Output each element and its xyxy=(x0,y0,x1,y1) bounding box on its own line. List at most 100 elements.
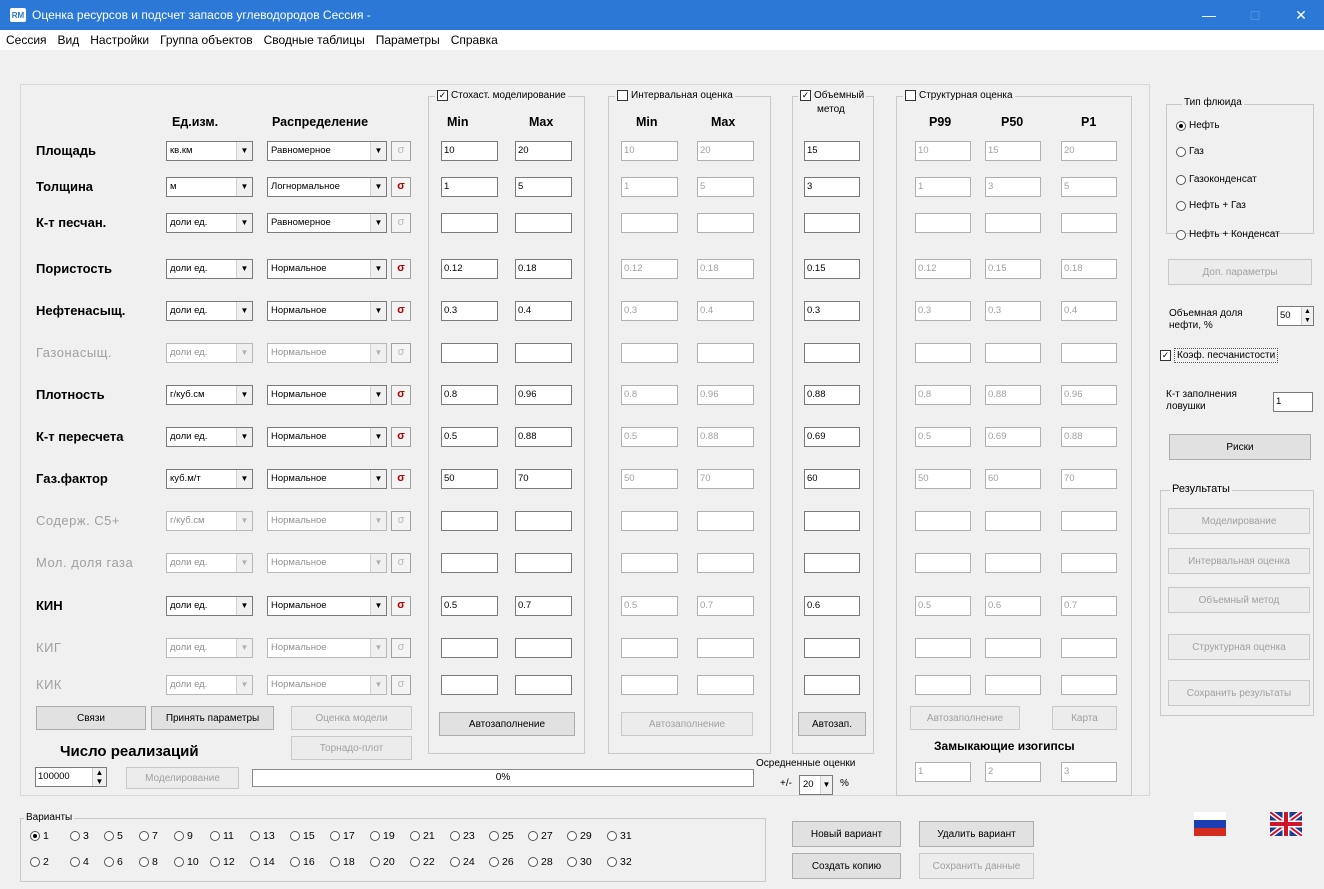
p50-input[interactable]: 0.88 xyxy=(985,385,1041,405)
links-button[interactable]: Связи xyxy=(36,706,146,730)
p1-input[interactable] xyxy=(1061,511,1117,531)
modeling-button[interactable]: Моделирование xyxy=(126,767,239,789)
p99-input[interactable] xyxy=(915,553,971,573)
interval-max-input[interactable]: 0.88 xyxy=(697,427,754,447)
stoch-min-input[interactable] xyxy=(441,511,498,531)
results-structural-button[interactable]: Структурная оценка xyxy=(1168,634,1310,660)
variant-radio[interactable]: 9 xyxy=(174,830,193,842)
structural-checkbox[interactable] xyxy=(905,90,916,101)
distribution-select[interactable]: Нормальное ▼ xyxy=(267,343,387,363)
p1-input[interactable]: 70 xyxy=(1061,469,1117,489)
p99-input[interactable]: 0.12 xyxy=(915,259,971,279)
menu-object-group[interactable]: Группа объектов xyxy=(160,33,252,47)
variant-radio[interactable]: 23 xyxy=(450,830,475,842)
interval-min-input[interactable]: 0.5 xyxy=(621,427,678,447)
volume-input[interactable] xyxy=(804,553,860,573)
save-data-button[interactable]: Сохранить данные xyxy=(919,853,1034,879)
unit-select[interactable]: доли ед. ▼ xyxy=(166,301,253,321)
p99-input[interactable]: 10 xyxy=(915,141,971,161)
volume-input[interactable]: 0.3 xyxy=(804,301,860,321)
distribution-select[interactable]: Равномерное ▼ xyxy=(267,213,387,233)
averaged-select[interactable]: 20 ▼ xyxy=(799,775,833,795)
stoch-min-input[interactable]: 50 xyxy=(441,469,498,489)
sigma-button[interactable]: σ xyxy=(391,511,411,531)
maximize-icon[interactable]: □ xyxy=(1232,0,1278,30)
distribution-select[interactable]: Нормальное ▼ xyxy=(267,427,387,447)
sigma-button[interactable]: σ xyxy=(391,301,411,321)
variant-radio[interactable]: 7 xyxy=(139,830,158,842)
unit-select[interactable]: доли ед. ▼ xyxy=(166,675,253,695)
isoline-2-input[interactable]: 2 xyxy=(985,762,1041,782)
results-volume-button[interactable]: Объемный метод xyxy=(1168,587,1310,613)
volume-input[interactable]: 0.88 xyxy=(804,385,860,405)
risks-button[interactable]: Риски xyxy=(1169,434,1311,460)
autofill-structural-button[interactable]: Автозаполнение xyxy=(910,706,1020,730)
interval-max-input[interactable] xyxy=(697,213,754,233)
distribution-select[interactable]: Нормальное ▼ xyxy=(267,675,387,695)
unit-select[interactable]: доли ед. ▼ xyxy=(166,259,253,279)
stoch-max-input[interactable] xyxy=(515,638,572,658)
variant-radio[interactable]: 27 xyxy=(528,830,553,842)
interval-min-input[interactable]: 50 xyxy=(621,469,678,489)
stoch-min-input[interactable] xyxy=(441,638,498,658)
interval-max-input[interactable]: 70 xyxy=(697,469,754,489)
stoch-min-input[interactable] xyxy=(441,553,498,573)
distribution-select[interactable]: Логнормальное ▼ xyxy=(267,177,387,197)
variant-radio[interactable]: 19 xyxy=(370,830,395,842)
variant-radio[interactable]: 29 xyxy=(567,830,592,842)
realizations-input[interactable]: 100000 ▲ ▼ xyxy=(35,767,107,787)
sigma-button[interactable]: σ xyxy=(391,638,411,658)
p1-input[interactable]: 5 xyxy=(1061,177,1117,197)
p1-input[interactable] xyxy=(1061,675,1117,695)
volume-input[interactable]: 0.6 xyxy=(804,596,860,616)
unit-select[interactable]: кв.км ▼ xyxy=(166,141,253,161)
p1-input[interactable] xyxy=(1061,553,1117,573)
interval-min-input[interactable]: 1 xyxy=(621,177,678,197)
volume-input[interactable]: 60 xyxy=(804,469,860,489)
sigma-button[interactable]: σ xyxy=(391,427,411,447)
results-modeling-button[interactable]: Моделирование xyxy=(1168,508,1310,534)
variant-radio[interactable]: 13 xyxy=(250,830,275,842)
fluid-option[interactable]: Нефть xyxy=(1176,120,1220,131)
p1-input[interactable]: 0.88 xyxy=(1061,427,1117,447)
variant-radio[interactable]: 15 xyxy=(290,830,315,842)
p50-input[interactable]: 0.3 xyxy=(985,301,1041,321)
autofill-stochastic-button[interactable]: Автозаполнение xyxy=(439,712,575,736)
stochastic-caption[interactable]: ✓ Стохаст. моделирование xyxy=(435,90,568,101)
distribution-select[interactable]: Нормальное ▼ xyxy=(267,301,387,321)
fluid-option[interactable]: Нефть + Газ xyxy=(1176,200,1246,211)
isoline-3-input[interactable]: 3 xyxy=(1061,762,1117,782)
unit-select[interactable]: куб.м/т ▼ xyxy=(166,469,253,489)
volume-checkbox[interactable]: ✓ xyxy=(800,90,811,101)
variant-radio[interactable]: 26 xyxy=(489,856,514,868)
sigma-button[interactable]: σ xyxy=(391,469,411,489)
extra-params-button[interactable]: Доп. параметры xyxy=(1168,259,1312,285)
uk-flag-icon[interactable] xyxy=(1268,810,1304,838)
variant-radio[interactable]: 16 xyxy=(290,856,315,868)
variant-radio[interactable]: 1 xyxy=(30,830,49,842)
interval-min-input[interactable]: 0.5 xyxy=(621,596,678,616)
stoch-max-input[interactable] xyxy=(515,213,572,233)
distribution-select[interactable]: Нормальное ▼ xyxy=(267,511,387,531)
stoch-min-input[interactable]: 0.12 xyxy=(441,259,498,279)
interval-min-input[interactable]: 0.3 xyxy=(621,301,678,321)
p99-input[interactable] xyxy=(915,213,971,233)
variant-radio[interactable]: 17 xyxy=(330,830,355,842)
structural-caption[interactable]: Структурная оценка xyxy=(903,90,1015,101)
p1-input[interactable]: 0.4 xyxy=(1061,301,1117,321)
p1-input[interactable] xyxy=(1061,213,1117,233)
interval-max-input[interactable]: 20 xyxy=(697,141,754,161)
stoch-max-input[interactable]: 20 xyxy=(515,141,572,161)
stoch-min-input[interactable]: 0.5 xyxy=(441,427,498,447)
interval-min-input[interactable] xyxy=(621,675,678,695)
p99-input[interactable]: 0.5 xyxy=(915,596,971,616)
variant-radio[interactable]: 14 xyxy=(250,856,275,868)
distribution-select[interactable]: Равномерное ▼ xyxy=(267,141,387,161)
interval-caption[interactable]: Интервальная оценка xyxy=(615,90,735,101)
variant-radio[interactable]: 32 xyxy=(607,856,632,868)
interval-max-input[interactable] xyxy=(697,638,754,658)
volume-caption[interactable]: ✓ Объемный xyxy=(798,90,867,101)
unit-select[interactable]: доли ед. ▼ xyxy=(166,638,253,658)
menu-summary-tables[interactable]: Сводные таблицы xyxy=(264,33,365,47)
interval-max-input[interactable] xyxy=(697,553,754,573)
